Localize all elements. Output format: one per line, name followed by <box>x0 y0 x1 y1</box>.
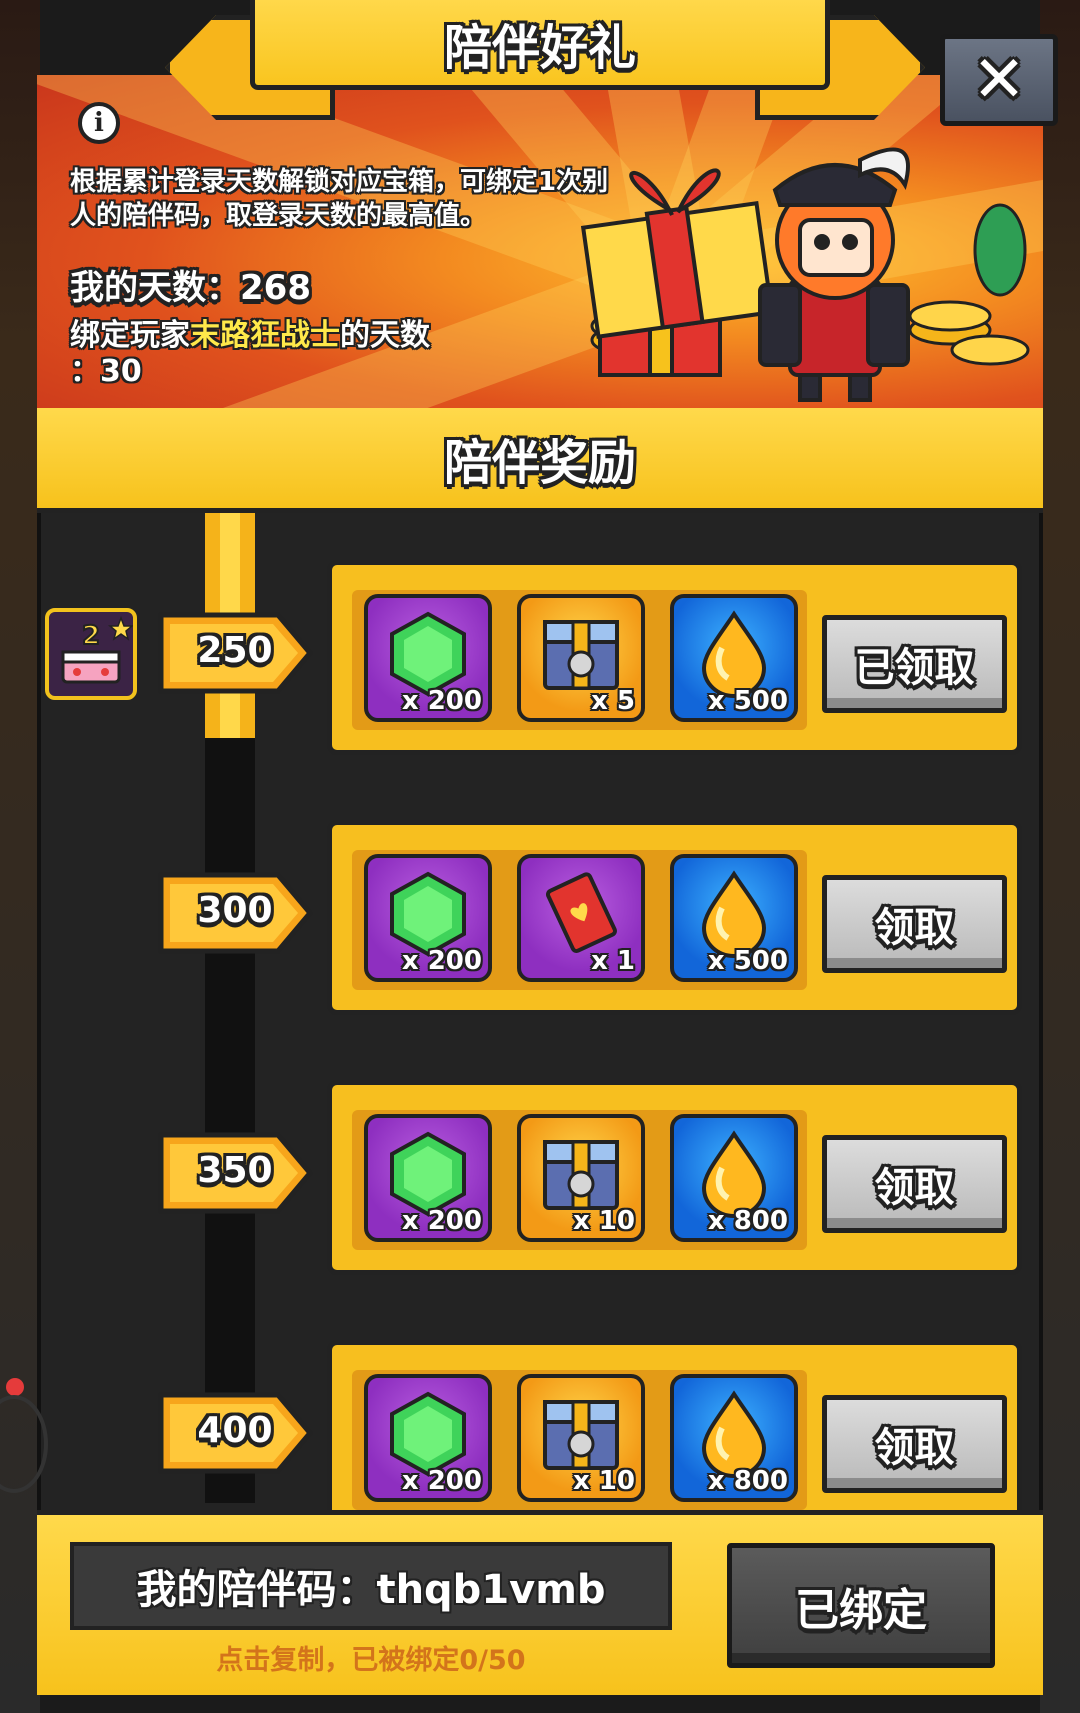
my-days-value: 268 <box>240 268 311 308</box>
page-title-text: 陪伴好礼 <box>443 19 636 76</box>
reward-quantity: x 200 <box>401 1466 482 1496</box>
close-icon: ✕ <box>972 43 1026 117</box>
my-code-copy-box[interactable]: 我的陪伴码：thqb1vmb <box>70 1542 672 1630</box>
bound-player-name: 末路狂战士 <box>190 318 340 353</box>
reward-item[interactable]: x 200 <box>364 854 492 982</box>
claim-button-label: 领取 <box>874 1425 955 1471</box>
my-days-label: 我的天数： <box>70 268 240 308</box>
reward-quantity: x 800 <box>707 1206 788 1236</box>
character-icon <box>758 147 910 402</box>
milestone-days: 250 <box>197 630 273 671</box>
cake-icon: 2 <box>61 615 135 684</box>
milestone-row: x 200 x 10 x 800 领取 <box>327 1340 1022 1535</box>
reward-quantity: x 1 <box>591 946 635 976</box>
background-right-edge <box>1040 0 1080 1713</box>
claim-button[interactable]: 领取 <box>822 1395 1007 1493</box>
reward-item[interactable]: x 5 <box>517 594 645 722</box>
bound-player-suffix: 的天数 <box>340 318 430 353</box>
milestone-days: 400 <box>197 1410 273 1451</box>
reward-quantity: x 500 <box>707 946 788 976</box>
bound-player-days: 绑定玩家末路狂战士的天数 ：30 <box>70 318 490 390</box>
reward-item[interactable]: x 200 <box>364 1374 492 1502</box>
reward-item[interactable]: x 1 <box>517 854 645 982</box>
my-code-label: 我的陪伴码： <box>136 1567 377 1613</box>
bound-button[interactable]: 已绑定 <box>727 1543 995 1668</box>
reward-item[interactable]: x 10 <box>517 1114 645 1242</box>
reward-quantity: x 200 <box>401 686 482 716</box>
reward-item[interactable]: x 500 <box>670 854 798 982</box>
info-icon: i <box>94 108 104 138</box>
reward-item[interactable]: x 800 <box>670 1114 798 1242</box>
my-days-text: 我的天数：268 <box>70 260 311 309</box>
claim-button-label: 已领取 <box>854 645 975 691</box>
info-button[interactable]: i <box>78 102 120 144</box>
gift-character-illustration <box>580 147 1030 402</box>
reward-item[interactable]: x 200 <box>364 594 492 722</box>
svg-text:2: 2 <box>82 621 100 651</box>
bound-player-days-value: ：30 <box>70 354 142 389</box>
close-button[interactable]: ✕ <box>940 34 1058 126</box>
claim-button-label: 领取 <box>874 905 955 951</box>
reward-items-strip: x 200 x 5 x 500 <box>352 590 807 730</box>
bound-player-prefix: 绑定玩家 <box>70 318 190 353</box>
milestone-row: x 200 x 5 x 500 已领取 <box>327 560 1022 755</box>
reward-quantity: x 10 <box>572 1466 635 1496</box>
section-title: 陪伴奖励 <box>443 435 636 491</box>
bound-button-label: 已绑定 <box>795 1584 927 1636</box>
reward-quantity: x 10 <box>572 1206 635 1236</box>
copy-hint: 点击复制，已被绑定0/50 <box>216 1645 526 1676</box>
section-header: 陪伴奖励 <box>37 408 1043 513</box>
my-code-text: 我的陪伴码：thqb1vmb <box>136 1557 605 1615</box>
anniversary-cake-badge: 2 <box>45 608 137 700</box>
yellow-gift-box-icon <box>580 168 775 339</box>
milestone-row: x 200 x 10 x 800 领取 <box>327 1080 1022 1275</box>
milestone-row: x 200 x 1 x 500 领取 <box>327 820 1022 1015</box>
reward-quantity: x 5 <box>591 686 635 716</box>
my-code-value: thqb1vmb <box>376 1567 606 1613</box>
reward-quantity: x 200 <box>401 946 482 976</box>
milestone-days: 350 <box>197 1150 273 1191</box>
reward-item[interactable]: x 200 <box>364 1114 492 1242</box>
reward-items-strip: x 200 x 1 x 500 <box>352 850 807 990</box>
milestone-days: 300 <box>197 890 273 931</box>
reward-item[interactable]: x 800 <box>670 1374 798 1502</box>
claim-button-label: 领取 <box>874 1165 955 1211</box>
rule-description: 根据累计登录天数解锁对应宝箱，可绑定1次别人的陪伴码，取登录天数的最高值。 <box>70 167 609 231</box>
claim-button[interactable]: 领取 <box>822 875 1007 973</box>
page-title: 陪伴好礼 <box>250 0 830 90</box>
reward-items-strip: x 200 x 10 x 800 <box>352 1110 807 1250</box>
reward-quantity: x 800 <box>707 1466 788 1496</box>
claim-button[interactable]: 领取 <box>822 1135 1007 1233</box>
reward-item[interactable]: x 10 <box>517 1374 645 1502</box>
notification-dot <box>6 1378 24 1396</box>
reward-quantity: x 500 <box>707 686 788 716</box>
claimed-button[interactable]: 已领取 <box>822 615 1007 713</box>
reward-item[interactable]: x 500 <box>670 594 798 722</box>
reward-quantity: x 200 <box>401 1206 482 1236</box>
reward-items-strip: x 200 x 10 x 800 <box>352 1370 807 1510</box>
